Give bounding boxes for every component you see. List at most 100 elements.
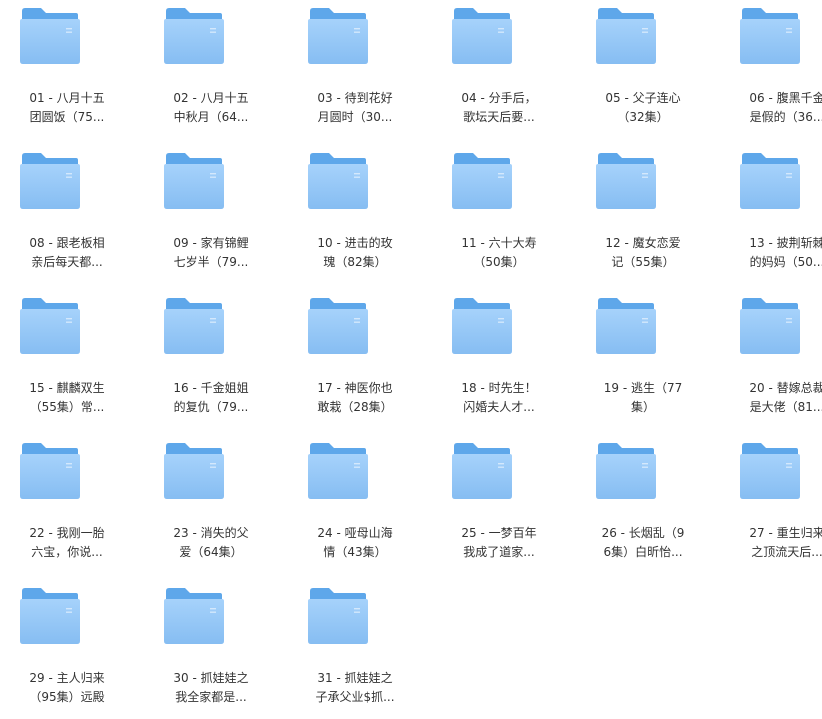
- folder-icon: [308, 298, 368, 354]
- folder-icon: [164, 298, 224, 354]
- folder-label-line1: 12 - 魔女恋爱: [605, 236, 681, 250]
- folder-label-line2: （95集）远殿: [29, 690, 105, 704]
- folder-icon: [596, 298, 656, 354]
- folder-label: 24 - 哑母山海 情（43集）: [296, 524, 414, 562]
- folder-label-line2: 亲后每天都...: [31, 255, 103, 269]
- folder-item[interactable]: 15 - 麒麟双生 （55集）常...: [8, 298, 138, 428]
- folder-label: 29 - 主人归来 （95集）远殿: [8, 669, 126, 707]
- folder-item[interactable]: 03 - 待到花好 月圆时（30...: [296, 8, 426, 138]
- folder-label-line1: 19 - 逃生（77: [603, 381, 683, 395]
- folder-label-line2: 记（55集）: [611, 255, 675, 269]
- folder-label: 06 - 腹黑千金 是假的（36...: [728, 89, 822, 127]
- folder-label-line2: 月圆时（30...: [317, 110, 393, 124]
- folder-label-line1: 18 - 时先生！: [461, 381, 537, 395]
- folder-label: 19 - 逃生（77 集）: [584, 379, 702, 417]
- folder-icon: [164, 588, 224, 644]
- folder-item[interactable]: 18 - 时先生！ 闪婚夫人才...: [440, 298, 570, 428]
- folder-label-line2: 集）: [630, 400, 655, 414]
- folder-label: 09 - 家有锦鲤 七岁半（79...: [152, 234, 270, 272]
- folder-label-line1: 25 - 一梦百年: [461, 526, 537, 540]
- folder-item[interactable]: 09 - 家有锦鲤 七岁半（79...: [152, 153, 282, 283]
- folder-icon: [308, 588, 368, 644]
- folder-label: 01 - 八月十五 团圆饭（75...: [8, 89, 126, 127]
- folder-item[interactable]: 22 - 我刚一胎 六宝，你说...: [8, 443, 138, 573]
- folder-icon: [596, 153, 656, 209]
- folder-item[interactable]: 05 - 父子连心 （32集）: [584, 8, 714, 138]
- folder-label: 15 - 麒麟双生 （55集）常...: [8, 379, 126, 417]
- folder-label-line1: 06 - 腹黑千金: [749, 91, 822, 105]
- folder-item[interactable]: 29 - 主人归来 （95集）远殿: [8, 588, 138, 718]
- folder-label-line1: 16 - 千金姐姐: [173, 381, 249, 395]
- folder-item[interactable]: 16 - 千金姐姐 的复仇（79...: [152, 298, 282, 428]
- folder-label-line2: 闪婚夫人才...: [463, 400, 535, 414]
- folder-item[interactable]: 24 - 哑母山海 情（43集）: [296, 443, 426, 573]
- folder-item[interactable]: 19 - 逃生（77 集）: [584, 298, 714, 428]
- folder-label-line2: 中秋月（64...: [173, 110, 249, 124]
- folder-item[interactable]: 23 - 消失的父 爱（64集）: [152, 443, 282, 573]
- folder-label: 18 - 时先生！ 闪婚夫人才...: [440, 379, 558, 417]
- folder-label: 25 - 一梦百年 我成了道家...: [440, 524, 558, 562]
- folder-label-line2: （55集）常...: [29, 400, 105, 414]
- folder-label: 03 - 待到花好 月圆时（30...: [296, 89, 414, 127]
- folder-label-line2: 我成了道家...: [463, 545, 535, 559]
- folder-label: 02 - 八月十五 中秋月（64...: [152, 89, 270, 127]
- folder-label-line1: 08 - 跟老板相: [29, 236, 105, 250]
- folder-item[interactable]: 13 - 披荆斩棘 的妈妈（50...: [728, 153, 822, 283]
- folder-label-line1: 17 - 神医你也: [317, 381, 393, 395]
- folder-label-line1: 01 - 八月十五: [29, 91, 105, 105]
- folder-icon: [452, 153, 512, 209]
- folder-item[interactable]: 26 - 长烟乱（9 6集）白昕怡...: [584, 443, 714, 573]
- folder-label: 08 - 跟老板相 亲后每天都...: [8, 234, 126, 272]
- folder-label: 23 - 消失的父 爱（64集）: [152, 524, 270, 562]
- folder-label: 05 - 父子连心 （32集）: [584, 89, 702, 127]
- folder-label-line1: 09 - 家有锦鲤: [173, 236, 249, 250]
- folder-icon: [452, 443, 512, 499]
- folder-item[interactable]: 01 - 八月十五 团圆饭（75...: [8, 8, 138, 138]
- folder-item[interactable]: 08 - 跟老板相 亲后每天都...: [8, 153, 138, 283]
- folder-icon: [20, 153, 80, 209]
- folder-label-line1: 26 - 长烟乱（9: [601, 526, 685, 540]
- folder-label-line1: 29 - 主人归来: [29, 671, 105, 685]
- folder-item[interactable]: 17 - 神医你也 敢栽（28集）: [296, 298, 426, 428]
- folder-label: 20 - 替嫁总裁 是大佬（81...: [728, 379, 822, 417]
- folder-icon: [308, 153, 368, 209]
- folder-icon: [20, 588, 80, 644]
- folder-label-line2: （50集）: [473, 255, 525, 269]
- folder-item[interactable]: 25 - 一梦百年 我成了道家...: [440, 443, 570, 573]
- folder-label-line2: 的复仇（79...: [173, 400, 249, 414]
- folder-label-line1: 27 - 重生归来: [749, 526, 822, 540]
- folder-label: 10 - 进击的玫 瑰（82集）: [296, 234, 414, 272]
- folder-label-line2: 瑰（82集）: [323, 255, 387, 269]
- folder-icon: [308, 8, 368, 64]
- folder-label-line1: 13 - 披荆斩棘: [749, 236, 822, 250]
- folder-icon: [20, 8, 80, 64]
- folder-label-line2: 之顶流天后...: [751, 545, 822, 559]
- folder-item[interactable]: 10 - 进击的玫 瑰（82集）: [296, 153, 426, 283]
- folder-label-line1: 23 - 消失的父: [173, 526, 249, 540]
- folder-item[interactable]: 06 - 腹黑千金 是假的（36...: [728, 8, 822, 138]
- folder-item[interactable]: 30 - 抓娃娃之 我全家都是...: [152, 588, 282, 718]
- folder-icon: [596, 443, 656, 499]
- folder-label: 31 - 抓娃娃之 子承父业$抓...: [296, 669, 414, 707]
- folder-label-line2: 团圆饭（75...: [29, 110, 105, 124]
- folder-icon: [164, 443, 224, 499]
- folder-item[interactable]: 20 - 替嫁总裁 是大佬（81...: [728, 298, 822, 428]
- folder-item[interactable]: 27 - 重生归来 之顶流天后...: [728, 443, 822, 573]
- folder-item[interactable]: 02 - 八月十五 中秋月（64...: [152, 8, 282, 138]
- folder-label-line1: 10 - 进击的玫: [317, 236, 393, 250]
- folder-label-line1: 15 - 麒麟双生: [29, 381, 105, 395]
- folder-item[interactable]: 04 - 分手后， 歌坛天后要...: [440, 8, 570, 138]
- folder-label-line2: 六宝，你说...: [31, 545, 103, 559]
- folder-item[interactable]: 31 - 抓娃娃之 子承父业$抓...: [296, 588, 426, 718]
- folder-icon: [164, 8, 224, 64]
- folder-icon: [596, 8, 656, 64]
- folder-label-line1: 04 - 分手后，: [461, 91, 537, 105]
- folder-label-line1: 20 - 替嫁总裁: [749, 381, 822, 395]
- folder-label-line2: 情（43集）: [323, 545, 387, 559]
- folder-label: 04 - 分手后， 歌坛天后要...: [440, 89, 558, 127]
- folder-label-line2: （32集）: [617, 110, 669, 124]
- folder-label-line2: 是大佬（81...: [749, 400, 822, 414]
- folder-item[interactable]: 12 - 魔女恋爱 记（55集）: [584, 153, 714, 283]
- folder-item[interactable]: 11 - 六十大寿 （50集）: [440, 153, 570, 283]
- folder-label: 30 - 抓娃娃之 我全家都是...: [152, 669, 270, 707]
